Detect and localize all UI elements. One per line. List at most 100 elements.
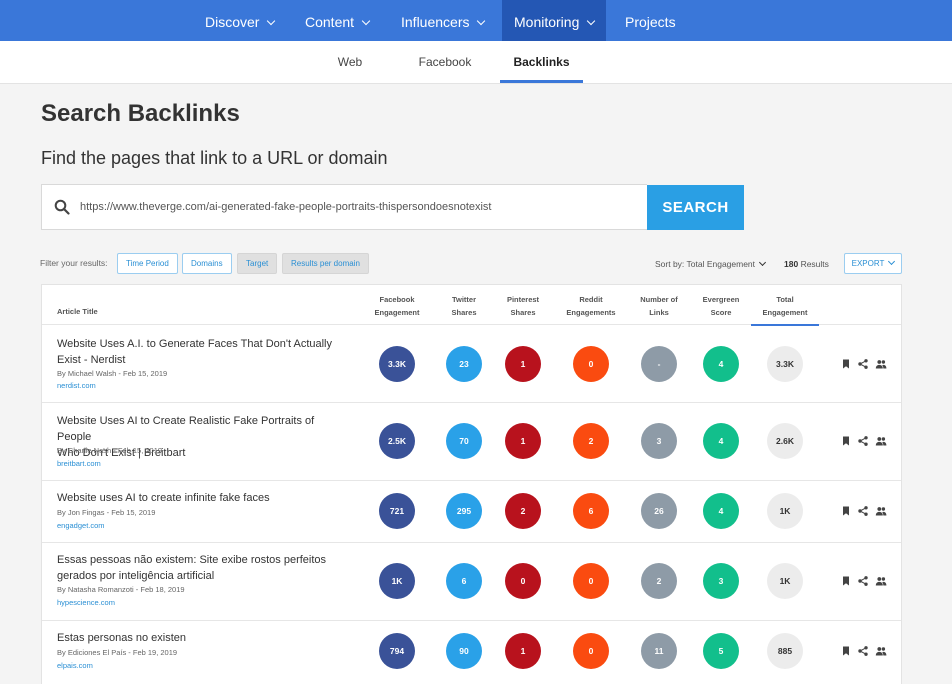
chevron-down-icon <box>587 16 596 26</box>
filter-domains-button[interactable]: Domains <box>182 253 232 274</box>
search-icon <box>54 199 70 215</box>
export-button[interactable]: EXPORT <box>844 253 902 274</box>
article-byline: By Ediciones El País - Feb 19, 2019 <box>57 648 178 657</box>
article-title-line: Exist - Nerdist <box>57 354 126 366</box>
nav-projects[interactable]: Projects <box>625 0 676 41</box>
header-facebook-engagement[interactable]: Facebook Engagement <box>361 293 433 319</box>
nav-discover[interactable]: Discover <box>205 0 276 41</box>
header-article-title: Article Title <box>57 307 98 316</box>
header-line: Shares <box>510 308 536 317</box>
reddit-engagements-badge: 2 <box>573 423 609 459</box>
share-icon[interactable] <box>857 435 869 447</box>
influencers-icon[interactable] <box>875 645 887 657</box>
influencers-icon[interactable] <box>875 575 887 587</box>
search-button[interactable]: SEARCH <box>647 185 744 230</box>
header-reddit-engagements[interactable]: Reddit Engagements <box>555 293 627 319</box>
bookmark-icon[interactable] <box>840 645 852 657</box>
filter-target-button[interactable]: Target <box>237 253 278 274</box>
reddit-engagements-badge: 0 <box>573 633 609 669</box>
header-pinterest-shares[interactable]: Pinterest Shares <box>487 293 559 319</box>
number-of-links-badge[interactable]: - <box>641 346 677 382</box>
bookmark-icon[interactable] <box>840 358 852 370</box>
share-icon[interactable] <box>857 505 869 517</box>
reddit-engagements-badge: 6 <box>573 493 609 529</box>
header-line: Engagements <box>566 308 616 317</box>
facebook-engagement-badge: 721 <box>379 493 415 529</box>
evergreen-score-badge: 3 <box>703 563 739 599</box>
tab-facebook[interactable]: Facebook <box>412 41 478 83</box>
article-domain-link[interactable]: hypescience.com <box>57 598 115 607</box>
chevron-down-icon <box>477 16 486 26</box>
pinterest-shares-badge: 0 <box>505 563 541 599</box>
sort-dropdown[interactable]: Sort by: Total Engagement <box>655 258 767 269</box>
article-domain-link[interactable]: engadget.com <box>57 521 105 530</box>
article-title-line: Website uses AI to create infinite fake … <box>57 492 270 504</box>
nav-monitoring[interactable]: Monitoring <box>502 0 607 41</box>
article-title[interactable]: Estas personas no existen <box>57 630 342 646</box>
reddit-engagements-badge: 0 <box>573 563 609 599</box>
facebook-engagement-badge: 2.5K <box>379 423 415 459</box>
facebook-engagement-badge: 794 <box>379 633 415 669</box>
total-engagement-badge: 1K <box>767 493 803 529</box>
article-byline: By Jon Fingas - Feb 15, 2019 <box>57 508 156 517</box>
header-total-engagement[interactable]: Total Engagement <box>751 293 819 326</box>
sort-label: Sort by: Total Engagement <box>655 259 756 269</box>
article-domain-link[interactable]: elpais.com <box>57 661 93 670</box>
number-of-links-badge[interactable]: 26 <box>641 493 677 529</box>
nav-content-label: Content <box>305 14 355 30</box>
number-of-links-badge[interactable]: 11 <box>641 633 677 669</box>
search-box <box>41 184 647 230</box>
header-line: Evergreen <box>702 295 740 304</box>
tab-backlinks[interactable]: Backlinks <box>500 41 583 83</box>
evergreen-score-badge: 4 <box>703 346 739 382</box>
tab-web[interactable]: Web <box>324 41 376 83</box>
number-of-links-badge[interactable]: 2 <box>641 563 677 599</box>
article-title-line: Website Uses AI to Create Realistic Fake… <box>57 415 315 443</box>
article-domain-link[interactable]: nerdist.com <box>57 381 96 390</box>
number-of-links-badge[interactable]: 3 <box>641 423 677 459</box>
nav-influencers[interactable]: Influencers <box>401 0 486 41</box>
filter-time-period-button[interactable]: Time Period <box>117 253 178 274</box>
header-line: Total <box>776 295 794 304</box>
influencers-icon[interactable] <box>875 505 887 517</box>
influencers-icon[interactable] <box>875 358 887 370</box>
share-icon[interactable] <box>857 358 869 370</box>
page-subtitle: Find the pages that link to a URL or dom… <box>41 148 388 168</box>
article-title[interactable]: Website uses AI to create infinite fake … <box>57 490 342 506</box>
search-input[interactable] <box>80 185 640 229</box>
bookmark-icon[interactable] <box>840 505 852 517</box>
bookmark-icon[interactable] <box>840 575 852 587</box>
header-evergreen-score[interactable]: Evergreen Score <box>685 293 757 319</box>
results-table: Article Title Facebook Engagement Twitter… <box>41 284 902 684</box>
pinterest-shares-badge: 1 <box>505 633 541 669</box>
chevron-down-icon <box>758 258 767 267</box>
twitter-shares-badge: 6 <box>446 563 482 599</box>
share-icon[interactable] <box>857 575 869 587</box>
article-title[interactable]: Essas pessoas não existem: Site exibe ro… <box>57 552 342 584</box>
nav-discover-label: Discover <box>205 14 260 30</box>
pinterest-shares-badge: 2 <box>505 493 541 529</box>
nav-content[interactable]: Content <box>305 0 371 41</box>
article-byline: By Charlie Nash - Feb 15, 2019 <box>57 446 163 455</box>
pinterest-shares-badge: 1 <box>505 423 541 459</box>
top-nav: Discover Content Influencers Monitoring … <box>0 0 952 41</box>
facebook-engagement-badge: 3.3K <box>379 346 415 382</box>
header-line: Score <box>710 308 732 317</box>
article-title-line: Estas personas no existen <box>57 632 187 644</box>
header-line: Facebook <box>379 295 415 304</box>
article-domain-link[interactable]: breitbart.com <box>57 459 101 468</box>
bookmark-icon[interactable] <box>840 435 852 447</box>
twitter-shares-badge: 295 <box>446 493 482 529</box>
table-row: Website Uses A.I. to Generate Faces That… <box>42 325 901 403</box>
share-icon[interactable] <box>857 645 869 657</box>
article-title[interactable]: Website Uses A.I. to Generate Faces That… <box>57 336 342 368</box>
nav-monitoring-label: Monitoring <box>514 14 580 30</box>
evergreen-score-badge: 4 <box>703 423 739 459</box>
header-line: Reddit <box>579 295 603 304</box>
influencers-icon[interactable] <box>875 435 887 447</box>
article-title-line: gerados por inteligência artificial <box>57 570 215 582</box>
filter-results-per-domain-button[interactable]: Results per domain <box>282 253 369 274</box>
twitter-shares-badge: 90 <box>446 633 482 669</box>
header-line: Engagement <box>762 308 808 317</box>
table-row: Website Uses AI to Create Realistic Fake… <box>42 403 901 481</box>
